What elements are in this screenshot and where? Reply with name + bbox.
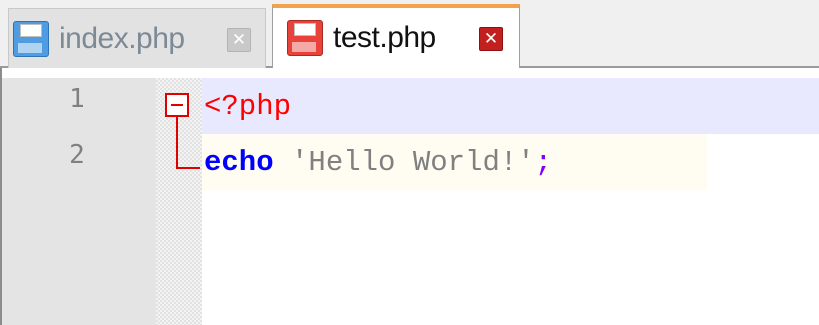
- code-editor[interactable]: 1 2 <?php echo 'Hello World!';: [0, 68, 819, 325]
- fold-collapse-icon[interactable]: [165, 93, 189, 117]
- floppy-disk-icon: [13, 20, 49, 57]
- line-number-gutter: [2, 78, 156, 325]
- echo-keyword: echo: [204, 146, 274, 179]
- tab-label: index.php: [59, 21, 185, 55]
- current-line-highlight: [202, 78, 819, 134]
- tab-index-php[interactable]: index.php ✕: [8, 8, 266, 68]
- semicolon: ;: [534, 146, 553, 179]
- php-open-tag: <?php: [204, 90, 292, 123]
- fold-line: [176, 117, 178, 169]
- string-literal: 'Hello World!': [291, 146, 535, 179]
- close-icon[interactable]: ✕: [479, 27, 503, 51]
- line-number: 2: [69, 140, 85, 170]
- fold-end-marker: [176, 167, 200, 169]
- code-line-2[interactable]: echo 'Hello World!';: [204, 146, 552, 179]
- floppy-disk-unsaved-icon: [287, 20, 323, 56]
- line-number: 1: [69, 84, 85, 114]
- close-icon[interactable]: ✕: [227, 27, 251, 52]
- code-line-1[interactable]: <?php: [204, 90, 291, 123]
- tab-bar: index.php ✕ test.php ✕: [0, 0, 819, 68]
- tab-label: test.php: [333, 21, 436, 54]
- tab-test-php[interactable]: test.php ✕: [272, 4, 520, 68]
